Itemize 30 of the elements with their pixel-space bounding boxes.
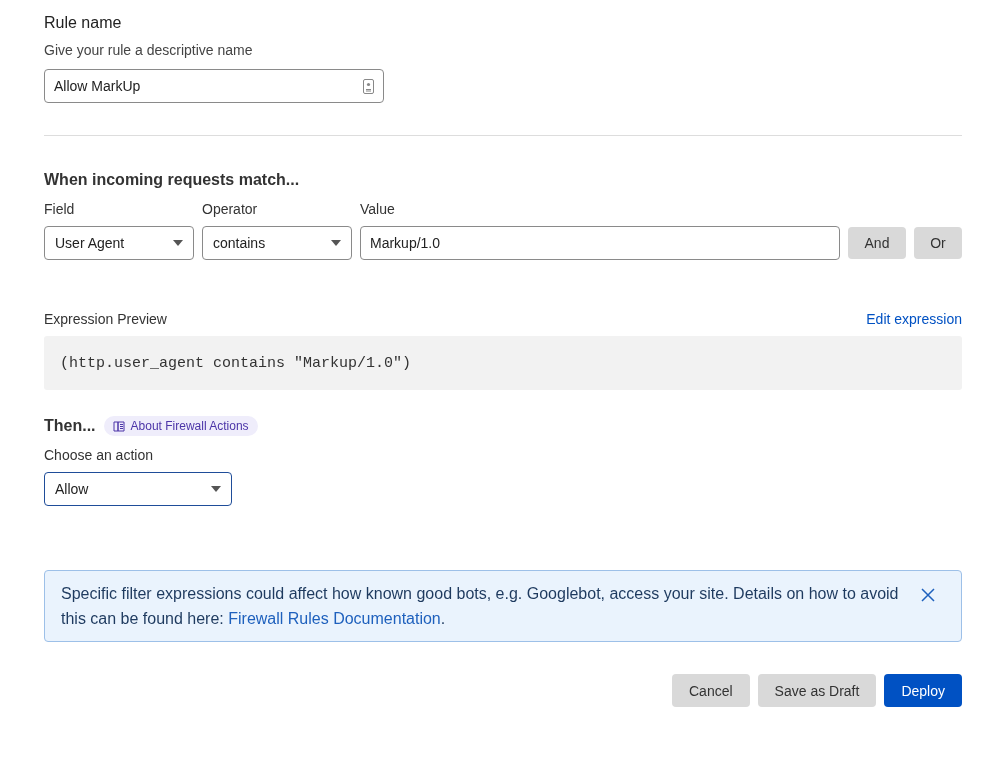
caret-icon	[331, 240, 341, 246]
footer-button[interactable]: Cancel	[672, 674, 750, 707]
contact-card-icon	[363, 78, 374, 94]
action-select[interactable]: Allow	[44, 472, 232, 506]
or-button[interactable]: Or	[914, 227, 962, 259]
documentation-link[interactable]: Firewall Rules Documentation	[228, 610, 441, 627]
value-input[interactable]: Markup/1.0	[360, 226, 840, 260]
expression-preview: (http.user_agent contains "Markup/1.0")	[44, 336, 962, 390]
edit-expression-link[interactable]: Edit expression	[866, 311, 962, 327]
rule-name-input[interactable]: Allow MarkUp	[44, 69, 384, 103]
about-actions-link[interactable]: About Firewall Actions	[103, 416, 258, 436]
rule-name-hint: Give your rule a descriptive name	[44, 41, 254, 59]
operator-select[interactable]: contains	[202, 226, 352, 260]
value-label: Value	[360, 200, 396, 218]
deploy-button[interactable]: Deploy	[884, 674, 962, 707]
and-button[interactable]: And	[848, 227, 906, 259]
caret-icon	[173, 240, 183, 246]
operator-label: Operator	[202, 200, 259, 218]
book-icon	[112, 420, 125, 432]
then-heading: Then...	[44, 416, 96, 436]
alert-message: Specific filter expressions could affect how known good bots, e.g. Googlebot, access your site. Details on how to avoid this can be found here: Firewall Rules Documentation.	[61, 584, 900, 629]
field-label: Field	[44, 200, 76, 218]
footer-button[interactable]: Save as Draft	[757, 674, 877, 707]
rule-name-label: Rule name	[44, 13, 123, 33]
expression-preview-label: Expression Preview	[44, 310, 167, 328]
choose-action-label: Choose an action	[44, 446, 154, 464]
close-icon[interactable]	[921, 588, 935, 602]
match-heading: When incoming requests match...	[44, 170, 301, 190]
field-select[interactable]: User Agent	[44, 226, 194, 260]
caret-icon	[211, 486, 221, 492]
